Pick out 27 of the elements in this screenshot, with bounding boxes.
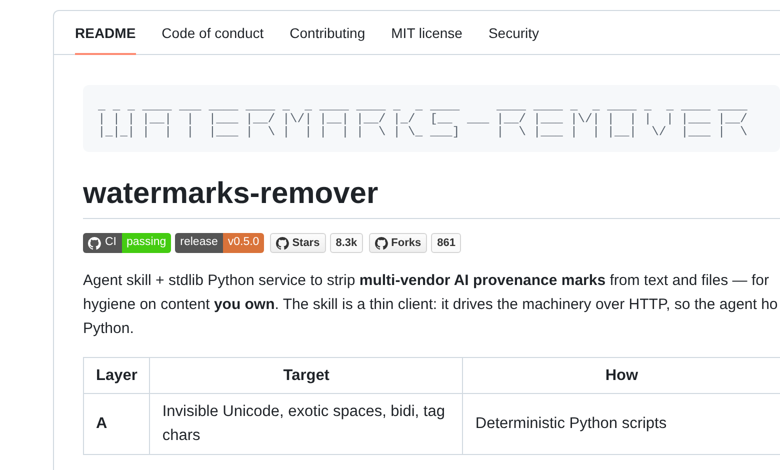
intro-paragraph: Agent skill + stdlib Python service to strip multi-vendor AI provenance marks from text and files — for hygiene on content you own. The skill is a thin client: it drives the machinery over HTTP, so the agent ho Python. (83, 271, 779, 339)
social-badge-button[interactable]: Stars (270, 233, 326, 253)
badge-label: Forks (391, 236, 422, 251)
badge-value: passing (122, 233, 172, 253)
column-header: Layer (84, 358, 150, 394)
tab[interactable]: MIT license (391, 11, 462, 55)
readme-title: watermarks-remover (83, 176, 780, 219)
status-badge[interactable]: CI passing (83, 233, 172, 253)
ascii-art-banner: _ _ _ ____ ___ ____ ____ _ _ ____ ____ _ _ ____ ____ ____ _ _ ____ _ _ ____ ____ | | | |__| | |___ |__/ |\/| |__| |__/ |_/ [__ ___ |__/ |___ |\/| | | | | |___ |__/ |_|_| | | | |___ | \ | | | | | \ | \_ ___] | \ |___ | | |__| \/ |___ | \ (83, 85, 780, 152)
column-header: Target (150, 358, 463, 394)
table-cell: A (84, 394, 150, 455)
cat-silhouette-icon (375, 236, 388, 250)
table-cell: Invisible Unicode, exotic spaces, bidi, tag chars (150, 394, 463, 455)
tab[interactable]: README (75, 11, 136, 55)
tab[interactable]: Security (488, 11, 540, 55)
badge-label: release (180, 235, 218, 250)
cat-silhouette-icon (276, 236, 290, 250)
tab[interactable]: Contributing (290, 11, 366, 55)
tab[interactable]: Code of conduct (162, 11, 264, 55)
badge-count[interactable]: 861 (431, 233, 462, 253)
badge-label: Stars (292, 236, 320, 251)
social-badge-button[interactable]: Forks (369, 233, 428, 253)
column-header: How (462, 358, 780, 394)
badge-value: v0.5.0 (222, 233, 264, 253)
badge-label: CI (105, 235, 116, 250)
badge-count[interactable]: 8.3k (330, 233, 364, 253)
cat-silhouette-icon (88, 236, 101, 250)
